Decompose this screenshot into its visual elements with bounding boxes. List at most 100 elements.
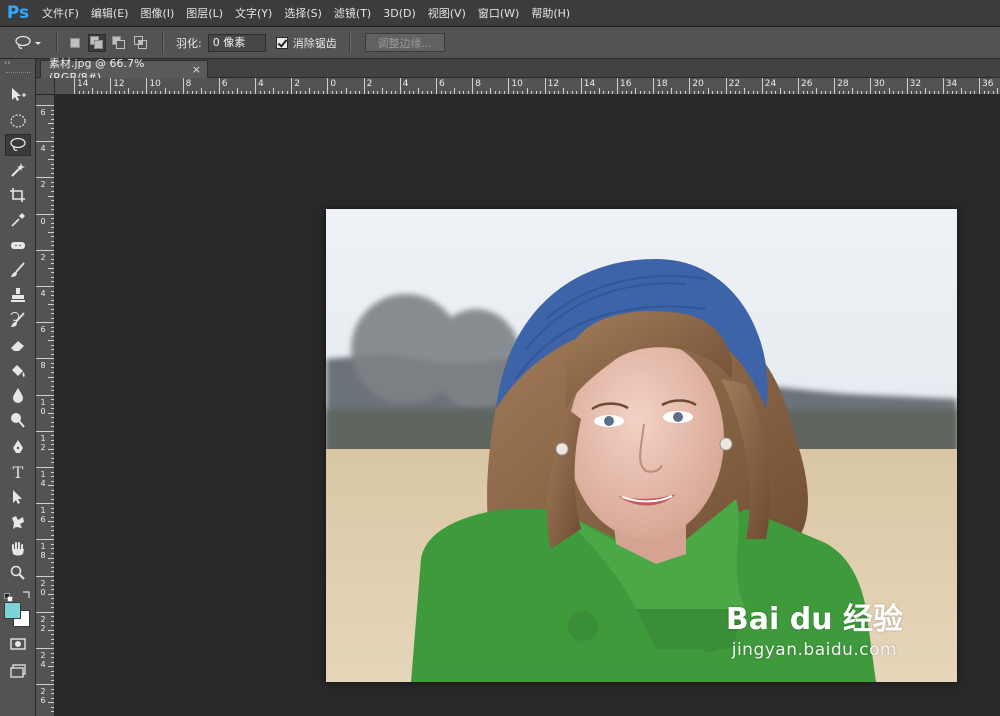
magic-wand-tool-icon[interactable] (5, 159, 31, 181)
horizontal-ruler[interactable]: 14 12 10 8 6 4 2 0 2 4 6 8 10 12 14 16 18 20 22 24 26 28 30 32 3… (55, 78, 1000, 95)
hand-tool-icon[interactable] (5, 538, 31, 560)
new-selection-button[interactable] (66, 34, 84, 52)
menu-3d[interactable]: 3D(D) (377, 0, 422, 27)
ruler-minor-tick (662, 91, 664, 94)
menu-file[interactable]: 文件(F) (36, 0, 85, 27)
blur-tool-icon[interactable] (5, 384, 31, 406)
brush-tool-icon[interactable] (5, 259, 31, 281)
ruler-minor-tick (381, 88, 383, 94)
close-icon[interactable]: × (192, 63, 201, 76)
ruler-minor-tick (92, 88, 94, 94)
ruler-minor-tick (644, 91, 646, 94)
subtract-from-selection-button[interactable] (110, 34, 128, 52)
vertical-ruler[interactable]: 64202468101214161820222426 (36, 95, 55, 716)
ruler-minor-tick (48, 485, 54, 487)
ruler-h-label: 10 (149, 79, 161, 89)
marquee-tool-icon[interactable] (5, 110, 31, 132)
ruler-minor-tick (51, 308, 54, 310)
tool-preset-picker[interactable] (14, 31, 48, 55)
eraser-tool-icon[interactable] (5, 334, 31, 356)
refine-edge-button[interactable]: 调整边缘... (364, 33, 445, 52)
ruler-minor-tick (51, 494, 54, 496)
ruler-minor-tick (187, 91, 189, 94)
ruler-major-tick (436, 78, 437, 94)
history-brush-tool-icon[interactable] (5, 309, 31, 331)
healing-brush-tool-icon[interactable] (5, 234, 31, 256)
swap-colors-icon[interactable] (21, 586, 31, 598)
type-tool-icon[interactable]: T (5, 461, 31, 483)
paint-bucket-tool-icon[interactable] (5, 359, 31, 381)
ruler-minor-tick (51, 190, 54, 192)
ruler-minor-tick (51, 552, 54, 554)
ruler-minor-tick (51, 118, 54, 120)
antialias-checkbox[interactable] (275, 36, 288, 49)
ruler-minor-tick (490, 88, 492, 94)
ruler-minor-tick (51, 480, 54, 482)
ruler-minor-tick (48, 557, 54, 559)
ruler-major-tick (36, 105, 54, 106)
ruler-minor-tick (273, 88, 275, 94)
eyedropper-tool-icon[interactable] (5, 209, 31, 231)
intersect-selection-button[interactable] (132, 34, 150, 52)
zoom-tool-icon[interactable] (5, 562, 31, 584)
ruler-minor-tick (793, 91, 795, 94)
baidu-watermark: Bai du 经验 jingyan.baidu.com (726, 594, 903, 660)
ruler-major-tick (36, 286, 54, 287)
pen-tool-icon[interactable] (5, 436, 31, 458)
foreground-color-swatch[interactable] (4, 602, 21, 619)
custom-shape-tool-icon[interactable] (5, 511, 31, 533)
menu-view[interactable]: 视图(V) (422, 0, 472, 27)
document-tab[interactable]: 素材.jpg @ 66.7%(RGB/8#) × (40, 57, 208, 84)
ruler-minor-tick (51, 204, 54, 206)
menu-select[interactable]: 选择(S) (278, 0, 328, 27)
add-to-selection-button[interactable] (88, 33, 106, 52)
ruler-major-tick (36, 322, 54, 324)
crop-tool-icon[interactable] (5, 184, 31, 206)
menu-help[interactable]: 帮助(H) (525, 0, 576, 27)
menu-edit[interactable]: 编辑(E) (85, 0, 135, 27)
ruler-v-label: 8 (40, 361, 46, 371)
default-colors-icon[interactable] (4, 587, 13, 602)
ruler-minor-tick (101, 91, 103, 94)
ruler-minor-tick (359, 91, 361, 94)
panel-collapse-icon[interactable]: ›› (0, 59, 35, 67)
ruler-minor-tick (51, 290, 54, 292)
ruler-minor-tick (51, 444, 54, 446)
ruler-minor-tick (178, 91, 180, 94)
ruler-origin[interactable] (36, 78, 55, 95)
separator (348, 32, 351, 53)
quick-mask-icon[interactable] (5, 633, 31, 655)
menu-image[interactable]: 图像(I) (134, 0, 180, 27)
ruler-v-label: 22 (40, 614, 46, 633)
ruler-minor-tick (51, 693, 54, 695)
path-selection-tool-icon[interactable] (5, 486, 31, 508)
ruler-minor-tick (458, 91, 460, 94)
feather-input[interactable]: 0 像素 (207, 33, 266, 52)
ruler-minor-tick (200, 88, 202, 94)
ruler-minor-tick (48, 159, 54, 161)
menu-layer[interactable]: 图层(L) (180, 0, 229, 27)
ruler-minor-tick (196, 91, 198, 94)
ruler-minor-tick (51, 706, 54, 708)
lasso-tool-icon[interactable] (5, 134, 31, 156)
move-tool-icon[interactable] (5, 84, 31, 106)
ruler-minor-tick (893, 91, 895, 94)
ruler-minor-tick (51, 132, 54, 134)
menu-filter[interactable]: 滤镜(T) (328, 0, 377, 27)
clone-stamp-tool-icon[interactable] (5, 284, 31, 306)
screen-mode-icon[interactable] (5, 660, 31, 682)
ruler-minor-tick (960, 88, 962, 94)
menu-window[interactable]: 窗口(W) (472, 0, 525, 27)
ruler-minor-tick (51, 390, 54, 392)
ruler-minor-tick (997, 88, 999, 94)
ruler-minor-tick (51, 543, 54, 545)
ruler-major-tick (255, 78, 256, 94)
ruler-major-tick (36, 648, 54, 649)
ruler-minor-tick (51, 145, 54, 147)
ruler-minor-tick (856, 91, 858, 94)
menu-type[interactable]: 文字(Y) (229, 0, 278, 27)
ruler-major-tick (36, 141, 54, 143)
document-image[interactable]: Bai du 经验 jingyan.baidu.com (326, 209, 957, 682)
ruler-minor-tick (51, 453, 54, 455)
dodge-tool-icon[interactable] (5, 409, 31, 431)
